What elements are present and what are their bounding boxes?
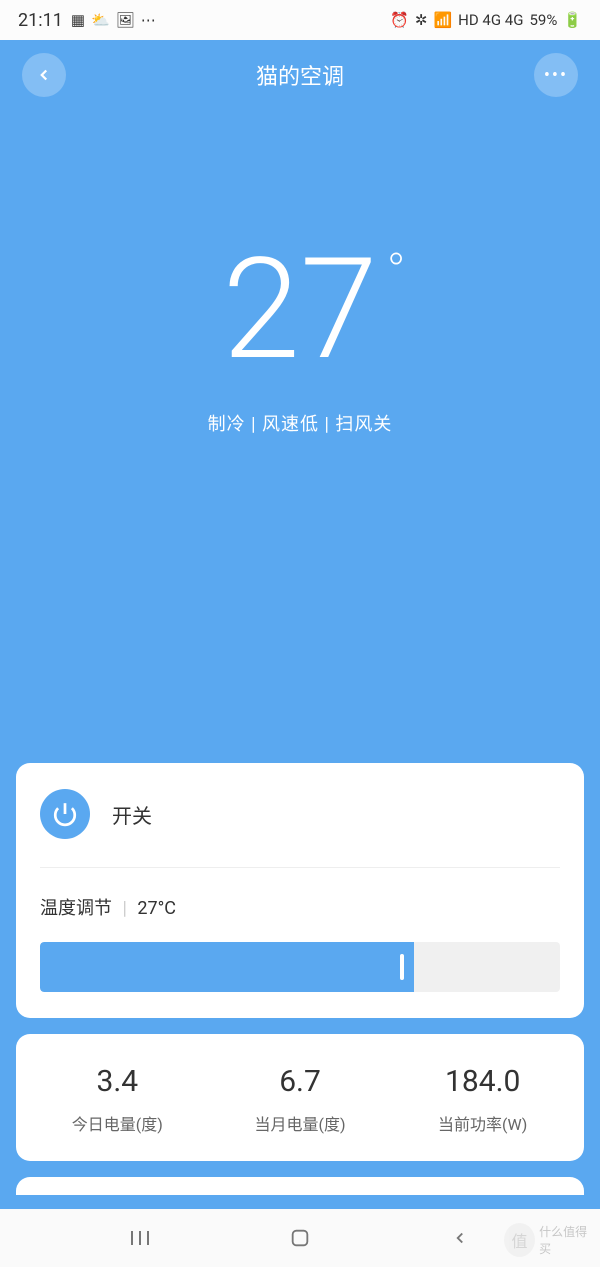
temperature-value: 27 (222, 228, 377, 392)
more-horizontal-icon: ••• (544, 65, 568, 86)
nav-back-button[interactable] (445, 1223, 475, 1253)
page-title: 猫的空调 (256, 59, 344, 91)
cards-container: 开关 温度调节 | 27°C 3.4 今日电量(度) 6.7 当月电量(度) (16, 763, 584, 1195)
app-icon-1: ▦ (71, 11, 85, 29)
more-notif-icon: ⋯ (141, 11, 156, 29)
notification-icons: ▦ ⛅ 🖼 ⋯ (71, 11, 156, 29)
temp-adjust-section: 温度调节 | 27°C (40, 868, 560, 992)
stat-value: 184.0 (391, 1064, 574, 1099)
watermark-text: 什么值得买 (539, 1223, 594, 1257)
slider-handle (400, 954, 404, 980)
power-label: 开关 (112, 800, 152, 829)
battery-text: 59% (529, 11, 557, 29)
stat-value: 6.7 (209, 1064, 392, 1099)
watermark-logo: 值 (504, 1223, 535, 1257)
temp-adjust-value: 27°C (137, 898, 176, 919)
status-bar: 21:11 ▦ ⛅ 🖼 ⋯ ⏰ ✲ 📶 HD 4G 4G 59% 🔋 (0, 0, 600, 40)
status-time: 21:11 (18, 10, 63, 31)
stat-current-power[interactable]: 184.0 当前功率(W) (391, 1064, 574, 1135)
mode-status: 制冷 | 风速低 | 扫风关 (0, 410, 600, 436)
weather-icon: ⛅ (91, 11, 110, 29)
back-button[interactable] (22, 53, 66, 97)
temperature-slider[interactable] (40, 942, 560, 992)
nav-recents-button[interactable] (125, 1223, 155, 1253)
alarm-icon: ⏰ (390, 11, 409, 29)
power-button[interactable] (40, 789, 90, 839)
stat-label: 当前功率(W) (391, 1111, 574, 1135)
temp-adjust-label-row: 温度调节 | 27°C (40, 894, 560, 920)
back-icon (451, 1229, 469, 1247)
stat-label: 今日电量(度) (26, 1111, 209, 1135)
app-header: 猫的空调 ••• (0, 40, 600, 110)
power-icon (52, 801, 78, 827)
power-row: 开关 (40, 789, 560, 868)
home-icon (289, 1227, 311, 1249)
stat-month-energy[interactable]: 6.7 当月电量(度) (209, 1064, 392, 1135)
battery-icon: 🔋 (563, 11, 582, 29)
recents-icon (128, 1228, 152, 1248)
more-button[interactable]: ••• (534, 53, 578, 97)
temperature-display: 27 ° 制冷 | 风速低 | 扫风关 (0, 110, 600, 436)
nav-home-button[interactable] (285, 1223, 315, 1253)
status-left: 21:11 ▦ ⛅ 🖼 ⋯ (18, 10, 156, 31)
watermark: 值 什么值得买 (504, 1219, 594, 1261)
slider-fill (40, 942, 414, 992)
degree-symbol: ° (387, 248, 406, 298)
control-card: 开关 温度调节 | 27°C (16, 763, 584, 1018)
status-right: ⏰ ✲ 📶 HD 4G 4G 59% 🔋 (390, 11, 582, 29)
stat-today-energy[interactable]: 3.4 今日电量(度) (26, 1064, 209, 1135)
bluetooth-icon: ✲ (415, 11, 428, 29)
chevron-left-icon (35, 66, 53, 84)
image-icon: 🖼 (116, 11, 135, 29)
next-card-peek (16, 1177, 584, 1195)
temperature-value-wrap: 27 ° (222, 240, 377, 380)
signal-text: HD 4G 4G (458, 11, 523, 29)
stats-card: 3.4 今日电量(度) 6.7 当月电量(度) 184.0 当前功率(W) (16, 1034, 584, 1161)
wifi-icon: 📶 (433, 11, 452, 29)
temp-adjust-label: 温度调节 (40, 898, 112, 919)
divider: | (122, 898, 126, 919)
stat-value: 3.4 (26, 1064, 209, 1099)
stat-label: 当月电量(度) (209, 1111, 392, 1135)
